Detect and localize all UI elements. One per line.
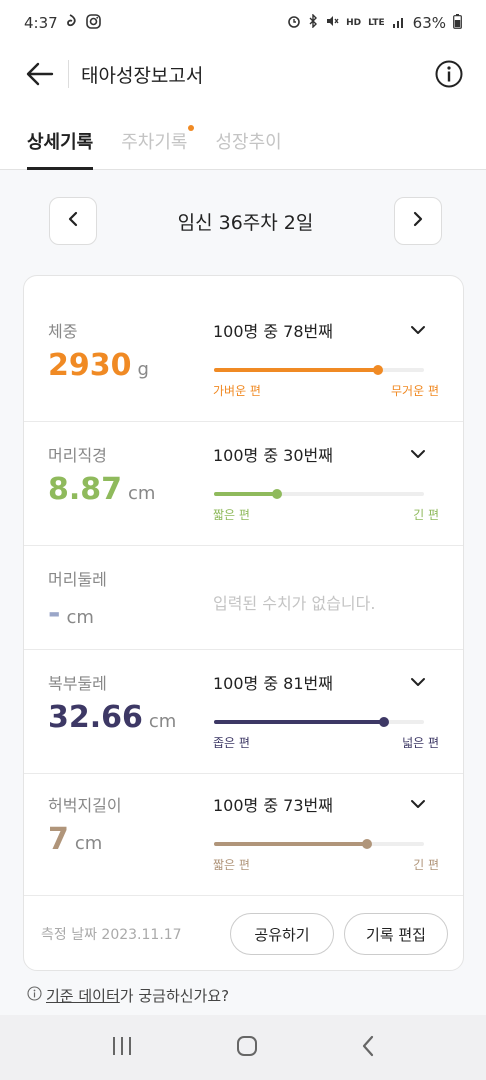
header-divider (68, 60, 69, 88)
week-label: 임신 36주차 2일 (177, 211, 314, 234)
metric-row-femur-length[interactable]: 허벅지길이 7 cm 100명 중 73번째 짧은 편 긴 편 (24, 774, 463, 896)
help-text: 가 궁금하신가요? (119, 987, 230, 1005)
tab-growth-trend[interactable]: 성장추이 (216, 102, 282, 170)
metric-number: 7 (48, 822, 69, 857)
battery-icon (453, 13, 462, 33)
chevron-down-icon[interactable] (408, 794, 428, 814)
chevron-right-icon (412, 211, 424, 231)
scale-low-label: 좁은 편 (213, 736, 250, 750)
metric-rank: 100명 중 30번째 (213, 446, 333, 465)
scale-high-label: 무거운 편 (391, 384, 439, 398)
recent-apps-icon[interactable] (110, 1035, 134, 1061)
percentile-fill (214, 368, 378, 372)
scale-high-label: 넓은 편 (402, 736, 439, 750)
percentile-track (214, 489, 424, 499)
metric-rank: 100명 중 78번째 (213, 322, 333, 341)
new-badge-dot (187, 125, 194, 131)
chevron-down-icon[interactable] (408, 672, 428, 692)
metric-label: 머리둘레 (48, 570, 107, 589)
empty-value-message: 입력된 수치가 없습니다. (213, 594, 376, 613)
edit-record-button[interactable]: 기록 편집 (344, 913, 448, 955)
metric-value: 2930 g (48, 348, 149, 383)
percentile-track (214, 839, 424, 849)
metric-label: 체중 (48, 322, 78, 341)
page-title: 태아성장보고서 (81, 64, 204, 87)
system-back-icon[interactable] (360, 1034, 376, 1062)
percentile-track (214, 717, 424, 727)
scale-high-label: 긴 편 (413, 508, 439, 522)
metric-row-head-diameter[interactable]: 머리직경 8.87 cm 100명 중 30번째 짧은 편 긴 편 (24, 422, 463, 546)
prev-week-button[interactable] (49, 197, 97, 245)
metric-rank: 100명 중 81번째 (213, 674, 333, 693)
tab-label: 상세기록 (27, 132, 94, 153)
chevron-down-icon[interactable] (408, 320, 428, 340)
measurement-date: 측정 날짜 2023.11.17 (41, 927, 182, 943)
tab-bar: 상세기록 주차기록 성장추이 (0, 102, 486, 170)
bluetooth-icon (308, 13, 318, 32)
instagram-icon (85, 13, 101, 33)
tab-detail-records[interactable]: 상세기록 (27, 102, 94, 170)
chevron-left-icon (67, 211, 79, 231)
metric-unit: cm (128, 483, 156, 504)
back-arrow-icon[interactable] (22, 56, 58, 92)
status-bar: 4:37 HD LTE 63% (0, 0, 486, 46)
metric-value: 8.87 cm (48, 472, 155, 507)
percentile-marker (272, 489, 282, 499)
reference-data-help: 기준 데이터가 궁금하신가요? (27, 985, 229, 1006)
percentile-marker (379, 717, 390, 727)
tab-label: 성장추이 (215, 132, 282, 153)
metric-row-head-circumference[interactable]: 머리둘레 - cm 입력된 수치가 없습니다. (24, 546, 463, 650)
chevron-down-icon[interactable] (408, 444, 428, 464)
battery-percent: 63% (412, 14, 446, 32)
metric-unit: cm (66, 607, 94, 628)
metric-unit: cm (148, 711, 177, 732)
card-footer: 측정 날짜 2023.11.17 공유하기 기록 편집 (24, 896, 463, 970)
metrics-card: 체중 2930 g 100명 중 78번째 가벼운 편 무거운 편 머리직경 8.… (23, 275, 464, 971)
scale-high-label: 긴 편 (413, 858, 439, 872)
metric-number: 8.87 (48, 472, 123, 507)
hd-voice-icon: HD (346, 18, 362, 28)
week-navigator: 임신 36주차 2일 (49, 197, 442, 245)
metric-unit: g (137, 359, 149, 380)
info-icon[interactable] (434, 59, 464, 89)
signal-icon (392, 15, 406, 32)
metric-number: 32.66 (48, 700, 143, 735)
app-header: 태아성장보고서 (0, 46, 486, 102)
scale-low-label: 짧은 편 (213, 858, 250, 872)
alarm-icon (287, 14, 301, 32)
scale-low-label: 짧은 편 (213, 508, 250, 522)
lte-icon: LTE (368, 18, 385, 28)
home-icon[interactable] (235, 1034, 259, 1062)
metric-row-abdominal-circumference[interactable]: 복부둘레 32.66 cm 100명 중 81번째 좁은 편 넓은 편 (24, 650, 463, 774)
metric-label: 복부둘레 (48, 674, 107, 693)
metric-number: 2930 (48, 348, 132, 383)
percentile-fill (214, 492, 277, 496)
metric-number: - (48, 596, 61, 631)
tab-weekly-records[interactable]: 주차기록 (121, 102, 194, 170)
metric-row-weight[interactable]: 체중 2930 g 100명 중 78번째 가벼운 편 무거운 편 (24, 276, 463, 422)
percentile-fill (214, 842, 368, 846)
metric-value: 7 cm (48, 822, 102, 857)
percentile-track (214, 365, 424, 375)
metric-unit: cm (74, 833, 103, 854)
tab-label: 주차기록 (121, 132, 188, 153)
metric-label: 허벅지길이 (48, 796, 122, 815)
next-week-button[interactable] (394, 197, 442, 245)
percentile-marker (372, 365, 383, 375)
metric-rank: 100명 중 73번째 (213, 796, 333, 815)
percentile-marker (362, 839, 373, 849)
status-time: 4:37 (24, 14, 58, 32)
percentile-fill (214, 720, 385, 724)
metric-label: 머리직경 (48, 446, 107, 465)
info-small-icon (27, 986, 42, 1005)
scale-low-label: 가벼운 편 (213, 384, 261, 398)
mute-icon (325, 14, 339, 32)
metric-value: 32.66 cm (48, 700, 176, 735)
share-button[interactable]: 공유하기 (230, 913, 334, 955)
notification-icon (66, 14, 78, 32)
reference-data-link[interactable]: 기준 데이터 (46, 987, 120, 1005)
metric-value: - cm (48, 596, 94, 631)
system-nav-bar (0, 1015, 486, 1080)
